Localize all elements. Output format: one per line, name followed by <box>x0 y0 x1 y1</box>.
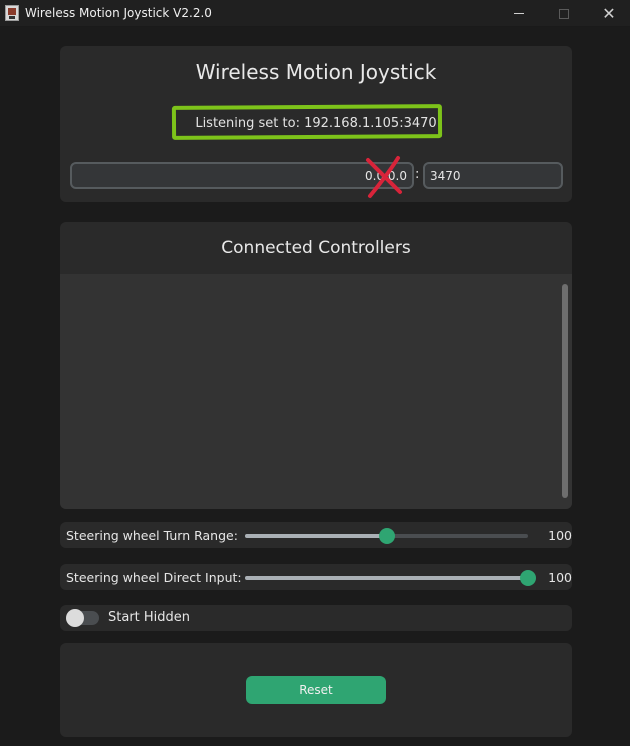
maximize-button[interactable] <box>541 0 587 27</box>
direct-input-slider-handle[interactable] <box>520 570 536 586</box>
start-hidden-row: Start Hidden <box>60 605 572 631</box>
turn-range-label: Steering wheel Turn Range: <box>66 528 238 543</box>
close-button[interactable]: ✕ <box>586 0 630 27</box>
direct-input-label: Steering wheel Direct Input: <box>66 570 242 585</box>
start-hidden-toggle-knob <box>66 609 84 627</box>
turn-range-slider-handle[interactable] <box>378 528 395 544</box>
start-hidden-label: Start Hidden <box>108 610 191 625</box>
minimize-icon <box>514 13 524 14</box>
cross-annotation-icon <box>366 156 402 198</box>
controllers-list[interactable] <box>60 274 572 509</box>
app-heading: Wireless Motion Joystick <box>195 60 437 84</box>
direct-input-slider[interactable] <box>245 570 536 586</box>
address-separator: : <box>415 167 420 182</box>
maximize-icon <box>559 8 569 19</box>
actions-panel: Reset <box>60 643 572 737</box>
minimize-button[interactable] <box>496 0 542 27</box>
turn-range-fill <box>245 534 387 538</box>
window-title: Wireless Motion Joystick V2.2.0 <box>25 6 212 20</box>
turn-range-row: Steering wheel Turn Range: 100 <box>60 522 572 548</box>
controllers-scrollbar[interactable] <box>562 284 568 498</box>
turn-range-slider[interactable] <box>245 528 528 544</box>
controllers-heading: Connected Controllers <box>221 238 411 258</box>
app-icon <box>5 5 19 21</box>
direct-input-row: Steering wheel Direct Input: 100 <box>60 564 572 590</box>
connection-panel: Wireless Motion Joystick Listening set t… <box>60 46 572 202</box>
port-value: 3470 <box>430 168 461 183</box>
close-icon: ✕ <box>602 4 616 23</box>
start-hidden-toggle[interactable] <box>66 609 99 627</box>
highlight-annotation <box>171 104 443 140</box>
direct-input-value: 100 <box>548 570 572 585</box>
title-bar: Wireless Motion Joystick V2.2.0 ✕ <box>0 0 630 27</box>
port-input[interactable]: 3470 <box>423 162 563 189</box>
direct-input-fill <box>245 576 528 580</box>
reset-button[interactable]: Reset <box>246 676 386 704</box>
turn-range-value: 100 <box>548 528 572 543</box>
controllers-panel: Connected Controllers <box>60 222 572 509</box>
